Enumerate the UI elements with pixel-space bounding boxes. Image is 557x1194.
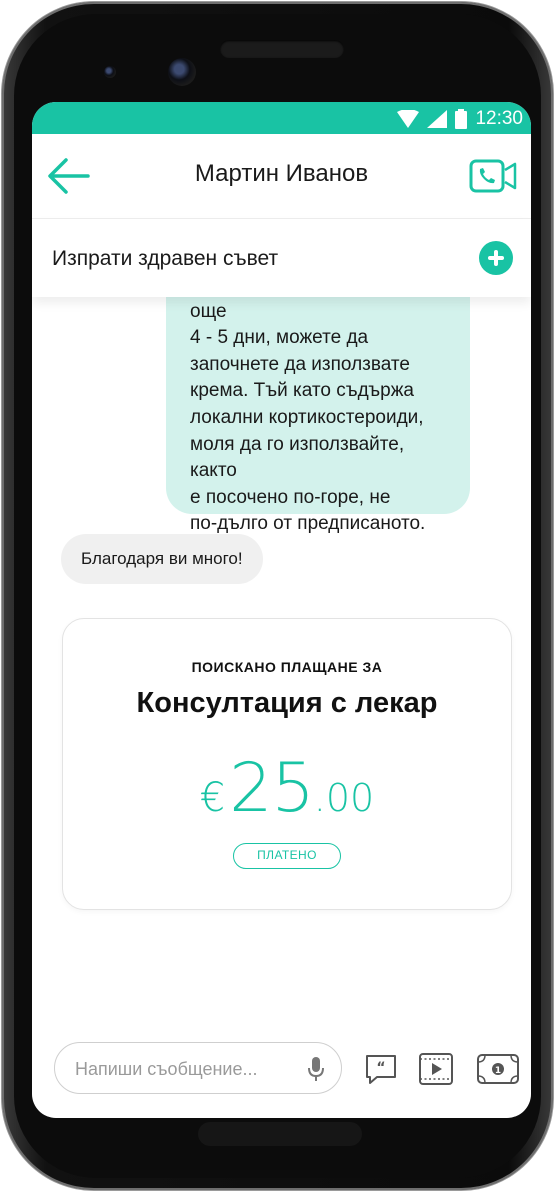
message-line: 4 - 5 дни, можете да: [190, 327, 369, 349]
chat-header: Мартин Иванов: [32, 134, 531, 219]
contact-name: Мартин Иванов: [194, 160, 369, 187]
payment-kicker: ПОИСКАНО ПЛАЩАНЕ ЗА: [191, 659, 383, 675]
message-input[interactable]: Напиши съобщение...: [54, 1042, 342, 1094]
amount-value: 25: [229, 749, 315, 828]
earpiece-speaker: [220, 40, 344, 58]
message-line: локални кортикостероиди,: [190, 406, 424, 428]
video-file-icon[interactable]: [418, 1052, 454, 1086]
payment-icon[interactable]: 1: [476, 1052, 520, 1086]
payment-request-card: ПОИСКАНО ПЛАЩАНЕ ЗА Консултация с лекар …: [62, 618, 512, 910]
message-line: по-дълго от предписаното.: [190, 513, 426, 535]
wifi-icon: [397, 110, 420, 128]
front-camera: [168, 58, 196, 86]
plus-icon[interactable]: [479, 241, 513, 275]
signal-icon: [427, 110, 448, 128]
currency-symbol: €: [199, 775, 226, 821]
status-time: 12:30: [475, 108, 523, 129]
phone-device: 12:30 Мартин Иванов Изпрати здравен съве…: [2, 2, 553, 1190]
payment-amount: €25.00: [63, 749, 511, 828]
status-bar: 12:30: [32, 102, 531, 134]
message-line: започнете да използвате: [190, 353, 410, 375]
message-line: крема. Тъй като съдържа: [190, 380, 414, 402]
svg-text:1: 1: [495, 1066, 501, 1076]
paid-status-badge: ПЛАТЕНО: [233, 843, 341, 869]
incoming-message: Благодаря ви много!: [61, 534, 263, 584]
send-advice-bar[interactable]: Изпрати здравен съвет: [32, 219, 531, 297]
battery-icon: [455, 109, 468, 129]
amount-cents: .00: [313, 776, 375, 820]
message-line: е посочено по-горе, не: [190, 486, 391, 508]
message-line: моля да го използвайте, както: [190, 433, 405, 482]
svg-text:“: “: [376, 1060, 385, 1076]
status-icons: 12:30: [397, 108, 523, 130]
front-sensor: [104, 66, 116, 78]
microphone-icon[interactable]: [307, 1057, 325, 1081]
message-input-placeholder: Напиши съобщение...: [75, 1059, 258, 1079]
quote-icon[interactable]: “: [364, 1052, 398, 1086]
send-advice-label: Изпрати здравен съвет: [52, 247, 279, 270]
video-call-icon[interactable]: [469, 158, 517, 194]
payment-title: Консултация с лекар: [136, 687, 438, 719]
app-screen: 12:30 Мартин Иванов Изпрати здравен съве…: [32, 102, 531, 1118]
bottom-speaker: [198, 1122, 362, 1146]
